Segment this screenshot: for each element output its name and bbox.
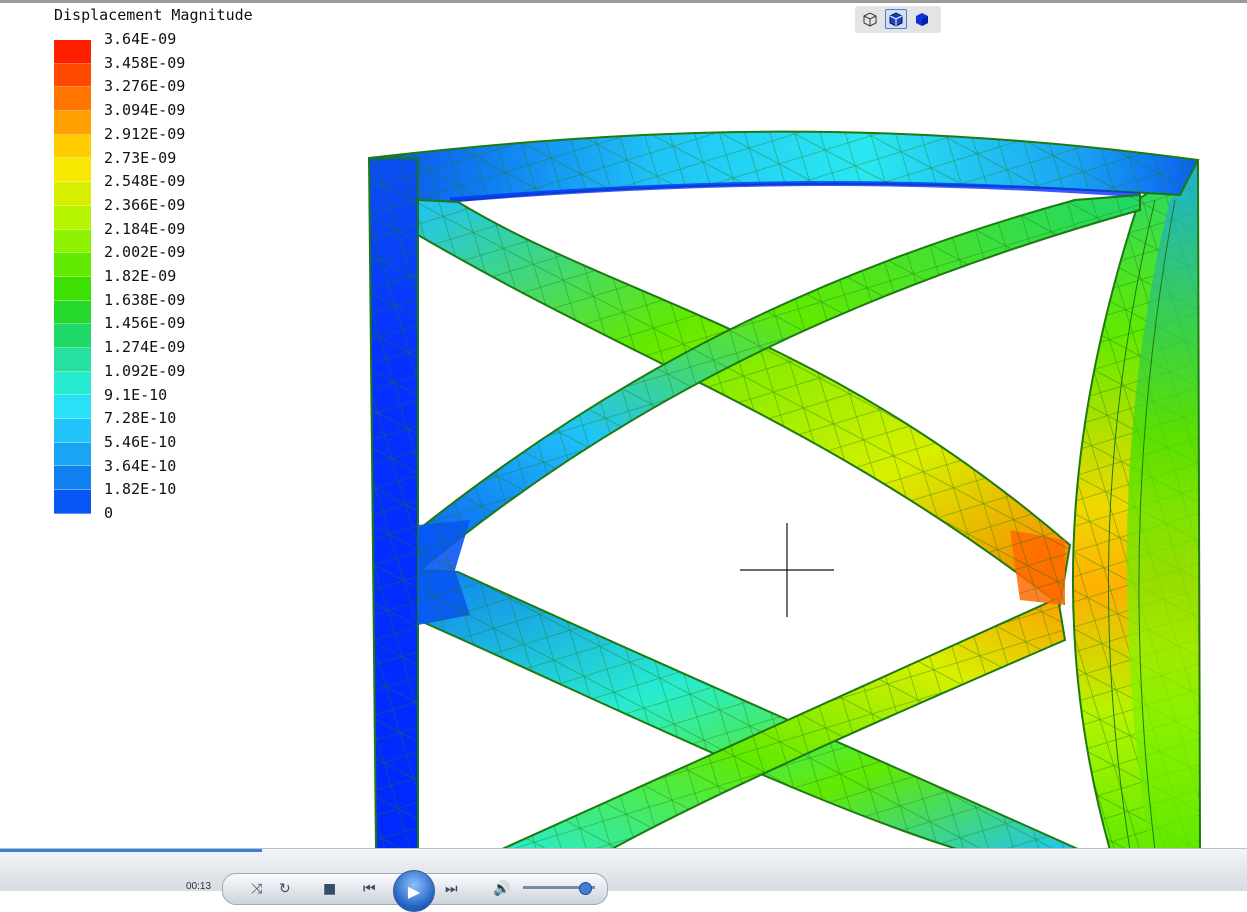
legend-label: 2.73E-09 — [104, 148, 177, 167]
crosshair-cursor — [740, 523, 834, 617]
legend-title: Displacement Magnitude — [54, 6, 253, 24]
legend-label: 2.002E-09 — [104, 243, 186, 262]
top-beam — [368, 130, 1200, 207]
legend-label: 1.092E-09 — [104, 361, 186, 380]
legend-swatch — [54, 395, 91, 419]
legend-label: 1.456E-09 — [104, 314, 186, 333]
legend-swatch — [54, 490, 91, 514]
legend-swatch — [54, 134, 91, 159]
legend-label: 1.82E-10 — [104, 480, 177, 499]
legend-swatch — [54, 182, 91, 206]
legend-swatch — [54, 371, 91, 396]
left-column — [367, 157, 419, 848]
legend-swatch — [54, 63, 91, 88]
player-controls: ⤨ ↻ ■ ⏮ ▶ ⏭ 🔊 — [222, 870, 608, 912]
volume-slider-knob[interactable] — [579, 882, 592, 895]
fem-viewport[interactable] — [0, 0, 1247, 848]
legend-label: 1.82E-09 — [104, 267, 177, 285]
legend-label: 2.912E-09 — [104, 124, 186, 143]
legend-swatch — [54, 300, 91, 325]
legend-label: 3.64E-10 — [104, 456, 177, 475]
play-button[interactable]: ▶ — [393, 870, 435, 912]
legend-swatch — [54, 158, 91, 183]
legend-label: 3.276E-09 — [104, 77, 186, 96]
legend-label: 7.28E-10 — [104, 409, 177, 428]
solid-view-icon — [916, 13, 928, 26]
lower-diagonal-strut-1 — [417, 568, 1078, 848]
legend-label: 3.458E-09 — [104, 53, 186, 72]
left-joint — [418, 520, 470, 625]
legend-swatch — [54, 419, 91, 443]
wireframe-view-button[interactable] — [859, 9, 881, 29]
legend-label: 1.274E-09 — [104, 338, 186, 357]
elapsed-time: 00:13 — [186, 881, 212, 892]
volume-icon[interactable]: 🔊 — [493, 882, 510, 896]
legend-label: 2.184E-09 — [104, 219, 186, 238]
right-column — [1071, 160, 1201, 848]
solid-view-button[interactable] — [911, 9, 933, 29]
seek-progress[interactable] — [0, 849, 262, 852]
play-icon: ▶ — [407, 881, 421, 901]
legend-swatch — [54, 466, 91, 491]
legend-label: 3.094E-09 — [104, 101, 186, 120]
legend-label: 5.46E-10 — [104, 432, 177, 451]
legend-label: 0 — [104, 504, 114, 522]
legend-swatch — [54, 111, 91, 135]
shaded-edges-view-button[interactable] — [885, 9, 907, 29]
legend-swatch — [54, 442, 91, 467]
legend-label: 1.638E-09 — [104, 290, 186, 309]
repeat-icon[interactable]: ↻ — [279, 882, 291, 896]
wireframe-view-icon — [863, 12, 877, 27]
legend-label: 2.548E-09 — [104, 172, 186, 191]
legend-swatch — [54, 87, 91, 112]
legend-swatch — [54, 276, 91, 301]
legend-color-bar — [54, 40, 91, 514]
legend-swatch — [54, 253, 91, 277]
stop-icon[interactable]: ■ — [323, 882, 336, 896]
legend-label: 2.366E-09 — [104, 195, 186, 214]
legend-swatch — [54, 229, 91, 254]
view-mode-toolbar — [855, 6, 941, 33]
legend-label: 3.64E-09 — [104, 30, 177, 48]
legend-swatch — [54, 40, 91, 64]
hot-spot-joint — [1010, 530, 1065, 605]
legend-swatch — [54, 324, 91, 348]
media-player-bar: 00:13 ⤨ ↻ ■ ⏮ ▶ ⏭ 🔊 — [0, 848, 1247, 912]
next-icon[interactable]: ⏭ — [445, 882, 458, 896]
legend-label: 9.1E-10 — [104, 385, 168, 404]
legend-swatch — [54, 205, 91, 230]
previous-icon[interactable]: ⏮ — [363, 882, 376, 896]
shuffle-icon[interactable]: ⤨ — [251, 882, 262, 896]
legend-swatch — [54, 347, 91, 372]
shaded-edges-view-icon — [889, 12, 903, 27]
